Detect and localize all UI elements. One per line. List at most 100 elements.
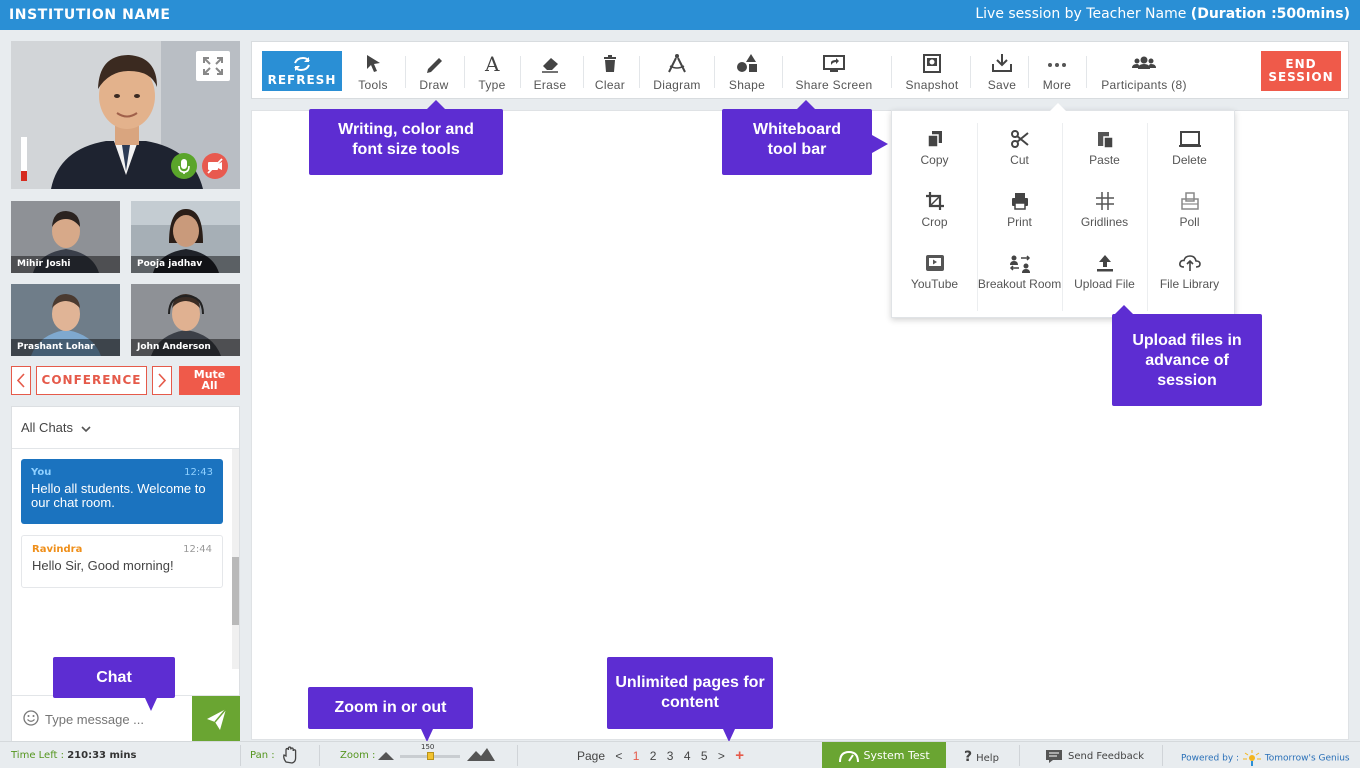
menu-item-label: Copy [920,153,949,167]
page-link[interactable]: 4 [684,749,691,763]
page-link[interactable]: 1 [633,749,640,763]
callout-pages: Unlimited pages for content [607,657,773,742]
diagram-button[interactable]: Diagram [647,42,707,98]
volume-meter [21,137,27,181]
whiteboard-toolbar: REFRESH Tools Draw A Type Erase Clear Di… [251,41,1349,99]
page-link[interactable]: 3 [667,749,674,763]
prev-participants-button[interactable] [11,366,31,395]
delete-screen-icon [1178,131,1201,147]
page-navigation: Page < 1 2 3 4 5 > + [577,747,751,764]
copy-icon [926,131,942,148]
participant-video-1[interactable]: Mihir Joshi [11,201,120,273]
save-button[interactable]: Save [980,42,1024,98]
menu-item-label: Crop [921,215,948,229]
refresh-button[interactable]: REFRESH [262,51,342,91]
help-button[interactable]: ? Help [964,749,999,765]
callout-text: Writing, color and font size tools [338,121,474,158]
menu-item-poll[interactable]: Poll [1147,181,1232,243]
mute-all-button[interactable]: Mute All [179,366,240,395]
type-button[interactable]: A Type [470,42,514,98]
menu-item-paste[interactable]: Paste [1062,119,1147,181]
mic-toggle-button[interactable] [171,153,197,179]
poll-box-icon [1180,192,1199,210]
menu-item-crop[interactable]: Crop [892,181,977,243]
zoom-out-icon[interactable] [377,749,395,761]
callout-whiteboard-toolbar: Whiteboard tool bar [722,100,888,175]
emoji-icon[interactable] [22,709,40,727]
tool-label: Clear [594,78,626,92]
snapshot-icon [923,54,941,73]
zoom-slider-handle[interactable] [427,752,434,760]
menu-item-breakout-room[interactable]: Breakout Room [977,243,1062,305]
participant-video-4[interactable]: John Anderson [131,284,240,356]
next-participants-button[interactable] [152,366,172,395]
send-icon [207,708,227,730]
send-feedback-button[interactable]: Send Feedback [1045,749,1144,763]
send-message-button[interactable] [192,696,240,742]
chat-message-input[interactable] [45,709,185,729]
draw-button[interactable]: Draw [412,42,456,98]
next-page-button[interactable]: > [718,749,725,763]
session-duration: (Duration :500mins) [1190,6,1350,22]
conference-button[interactable]: CONFERENCE [36,366,147,395]
menu-item-print[interactable]: Print [977,181,1062,243]
end-session-button[interactable]: END SESSION [1261,51,1341,91]
zoom-in-icon[interactable] [466,746,496,762]
upload-icon [1096,255,1113,272]
menu-item-delete[interactable]: Delete [1147,119,1232,181]
menu-item-upload-file[interactable]: Upload File [1062,243,1147,305]
menu-item-label: Upload File [1074,277,1135,291]
chat-scrollbar-thumb[interactable] [232,557,239,625]
expand-icon [203,57,223,75]
menu-item-gridlines[interactable]: Gridlines [1062,181,1147,243]
download-icon [992,54,1012,72]
prev-page-button[interactable]: < [615,749,622,763]
monitor-share-icon [823,55,845,72]
more-button[interactable]: More [1035,42,1079,98]
participant-name: Prashant Lohar [11,339,120,356]
grid-icon [1095,192,1114,210]
powered-by-label: Powered by : [1181,753,1240,764]
participants-button[interactable]: Participants (8) [1094,42,1194,98]
chat-filter-dropdown[interactable]: All Chats [12,407,239,449]
tool-label: More [1042,78,1072,92]
tool-label: Participants (8) [1101,78,1187,92]
top-header: INSTITUTION NAME Live session by Teacher… [0,0,1360,30]
compass-icon [668,54,686,73]
participant-name: John Anderson [131,339,240,356]
shape-button[interactable]: Shape [722,42,772,98]
fullscreen-button[interactable] [196,51,230,81]
snapshot-button[interactable]: Snapshot [902,42,962,98]
tool-label: Type [478,78,506,92]
pan-hand-icon[interactable] [280,745,300,765]
add-page-button[interactable]: + [735,747,744,764]
participant-video-2[interactable]: Pooja jadhav [131,201,240,273]
system-test-button[interactable]: System Test [822,742,946,768]
menu-item-copy[interactable]: Copy [892,119,977,181]
zoom-label: Zoom : [340,750,376,761]
erase-button[interactable]: Erase [526,42,574,98]
page-link[interactable]: 5 [701,749,708,763]
menu-item-file-library[interactable]: File Library [1147,243,1232,305]
page-link[interactable]: 2 [650,749,657,763]
callout-chat: Chat [53,657,175,711]
menu-item-youtube[interactable]: YouTube [892,243,977,305]
time-left-label: Time Left : [11,750,65,761]
clear-button[interactable]: Clear [590,42,630,98]
menu-item-label: YouTube [910,277,959,291]
callout-upload-files: Upload files in advance of session [1112,305,1262,406]
tool-label: Tools [358,78,388,92]
participant-video-3[interactable]: Prashant Lohar [11,284,120,356]
tool-label: Erase [533,78,567,92]
menu-item-cut[interactable]: Cut [977,119,1062,181]
share-screen-button[interactable]: Share Screen [790,42,878,98]
time-left-value: 210:33 mins [67,750,137,761]
camera-toggle-button[interactable] [202,153,228,179]
callout-writing-tools: Writing, color and font size tools [309,100,503,175]
menu-item-label: File Library [1159,277,1220,291]
trash-icon [604,55,616,72]
pointer-icon [367,55,380,72]
feedback-label: Send Feedback [1068,751,1144,762]
tools-button[interactable]: Tools [350,42,396,98]
message-time: 12:43 [184,467,213,478]
